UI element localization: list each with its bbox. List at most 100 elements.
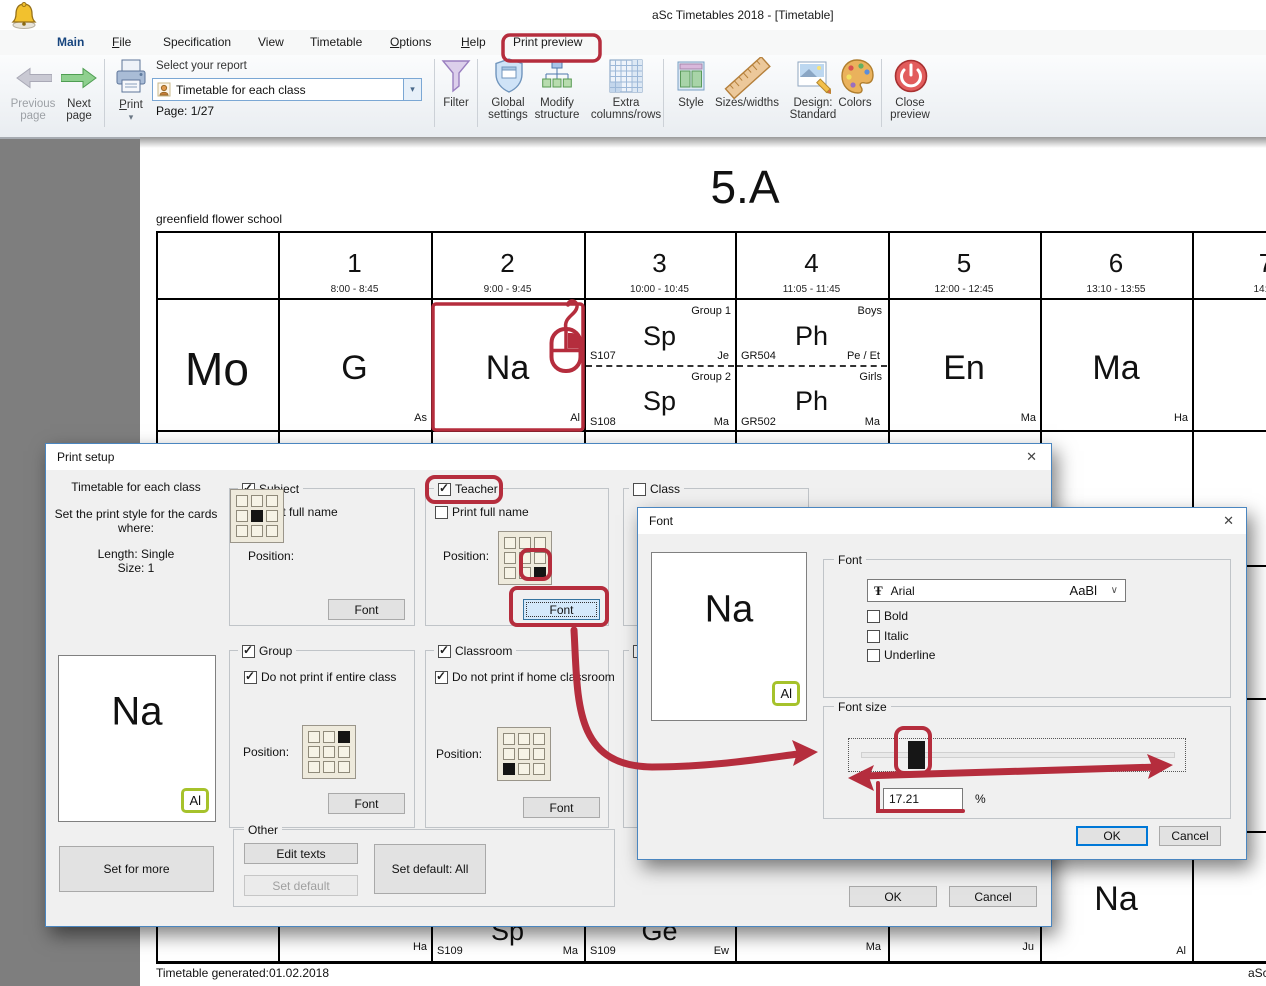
next-page-button[interactable]: Next page xyxy=(58,59,100,129)
teacher-label: Teacher xyxy=(455,482,498,496)
classroom-position-grid[interactable] xyxy=(497,727,551,781)
table-line xyxy=(156,961,1266,964)
italic-label: Italic xyxy=(884,629,909,643)
subject-font-button[interactable]: Font xyxy=(328,599,405,620)
period-number: 5 xyxy=(888,248,1040,279)
ribbon-separator xyxy=(434,59,435,127)
font-size-slider[interactable] xyxy=(848,738,1186,772)
set-default-all-button[interactable]: Set default: All xyxy=(374,844,486,894)
dialog-title: Font xyxy=(649,514,673,528)
teacher-full-name-checkbox[interactable] xyxy=(435,506,448,519)
app-bell-icon xyxy=(9,1,39,29)
menu-specification[interactable]: Specification xyxy=(163,35,231,49)
font-size-group-label: Font size xyxy=(838,700,887,714)
class-checkbox[interactable] xyxy=(633,483,646,496)
modify-structure-button[interactable]: Modify structure xyxy=(534,57,580,129)
size-label: Size: 1 xyxy=(58,561,214,575)
menu-print-preview[interactable]: Print preview xyxy=(513,35,582,49)
font-ok-button[interactable]: OK xyxy=(1076,826,1148,846)
font-cancel-button[interactable]: Cancel xyxy=(1159,826,1221,846)
period-time: 10:00 - 10:45 xyxy=(584,284,735,295)
global-settings-button[interactable]: Global settings xyxy=(486,57,532,129)
period-number: 7 xyxy=(1192,248,1266,279)
extra-columns-rows-button[interactable]: Extra columns/rows xyxy=(590,57,662,129)
font-name-value: Arial xyxy=(891,584,915,598)
period-number: 4 xyxy=(735,248,888,279)
font-size-groupbox: Font size 17.21 % xyxy=(823,706,1231,819)
design-icon xyxy=(797,60,831,94)
font-family-combobox[interactable]: Ŧ Arial AaBl ∨ xyxy=(867,579,1126,602)
bottom-row-teacher: Al xyxy=(1040,945,1186,957)
italic-checkbox[interactable] xyxy=(867,630,880,643)
underline-checkbox[interactable] xyxy=(867,649,880,662)
menu-help[interactable]: Help xyxy=(461,35,486,49)
card-preview-box: Na Al xyxy=(58,655,216,822)
menu-timetable[interactable]: Timetable xyxy=(310,35,362,49)
style-button[interactable]: Style xyxy=(672,57,710,129)
bottom-row-teacher: Ma xyxy=(735,941,881,953)
set-default-button[interactable]: Set default xyxy=(244,875,358,896)
subject-position-grid[interactable] xyxy=(230,489,284,543)
close-preview-button[interactable]: Close preview xyxy=(888,57,932,129)
classroom-font-button[interactable]: Font xyxy=(523,797,600,818)
power-icon xyxy=(893,58,929,94)
description-line1: Set the print style for the cards xyxy=(48,507,224,521)
dialog-titlebar: Print setup ✕ xyxy=(46,444,1051,470)
previous-page-button[interactable]: Previous page xyxy=(10,59,56,129)
font-group-label: Font xyxy=(838,553,862,567)
classroom-checkbox[interactable] xyxy=(438,645,451,658)
subject-groupbox: Subject Print full name Position: Font xyxy=(229,488,415,626)
slider-thumb[interactable] xyxy=(908,741,925,769)
bold-checkbox[interactable] xyxy=(867,610,880,623)
ribbon-separator xyxy=(104,59,105,127)
group-checkbox[interactable] xyxy=(242,645,255,658)
filter-button[interactable]: Filter xyxy=(438,57,474,129)
menu-main[interactable]: Main xyxy=(57,35,84,49)
shield-icon xyxy=(494,58,524,94)
menu-file[interactable]: File xyxy=(112,35,131,49)
classroom-groupbox: Classroom Do not print if home classroom… xyxy=(425,650,609,828)
classroom-label: Classroom xyxy=(455,644,512,658)
print-setup-cancel-button[interactable]: Cancel xyxy=(949,886,1037,907)
class-title: 5.A xyxy=(645,160,845,214)
colors-button[interactable]: Colors xyxy=(838,57,874,129)
length-label: Length: Single xyxy=(58,547,214,561)
group-option-checkbox[interactable] xyxy=(244,671,257,684)
table-line xyxy=(156,298,1266,300)
period-time: 11:05 - 11:45 xyxy=(735,284,888,295)
school-name: greenfield flower school xyxy=(156,212,282,226)
report-dropdown-button[interactable]: ▾ xyxy=(403,79,421,100)
teacher-position-grid[interactable] xyxy=(498,531,552,585)
title-bar: aSc Timetables 2018 - [Timetable] xyxy=(0,0,1266,30)
page-top-shadow xyxy=(140,137,1266,148)
group-position-grid[interactable] xyxy=(302,725,356,779)
menu-view[interactable]: View xyxy=(258,35,284,49)
design-button[interactable]: Design: Standard xyxy=(786,57,840,129)
font-groupbox: Font Ŧ Arial AaBl ∨ Bold Italic Underlin… xyxy=(823,559,1231,698)
teacher-font-button[interactable]: Font xyxy=(523,599,600,620)
menu-options[interactable]: Options xyxy=(390,35,431,49)
report-combobox[interactable]: Timetable for each class ▾ xyxy=(152,78,422,101)
period-time: 12:00 - 12:45 xyxy=(888,284,1040,295)
sizes-widths-button[interactable]: Sizes/widths xyxy=(712,57,782,129)
grid-icon xyxy=(609,59,643,93)
bottom-row-teacher: Ew xyxy=(584,945,729,957)
teacher-groupbox: Teacher Print full name Position: Font xyxy=(425,488,609,626)
group-font-button[interactable]: Font xyxy=(328,793,405,814)
print-dropdown-arrow: ▾ xyxy=(129,112,134,123)
close-icon[interactable]: ✕ xyxy=(1223,513,1234,529)
print-setup-ok-button[interactable]: OK xyxy=(849,886,937,907)
font-size-input[interactable]: 17.21 xyxy=(883,788,963,810)
bottom-row-teacher: Ma xyxy=(431,945,578,957)
period-number: 6 xyxy=(1040,248,1192,279)
close-icon[interactable]: ✕ xyxy=(1026,449,1037,465)
edit-texts-button[interactable]: Edit texts xyxy=(244,843,358,864)
bold-label: Bold xyxy=(884,609,908,623)
font-preview-box: Na Al xyxy=(651,552,807,721)
teacher-checkbox[interactable] xyxy=(438,483,451,496)
set-for-more-button[interactable]: Set for more xyxy=(59,846,214,892)
print-button[interactable]: Print ▾ xyxy=(108,57,154,129)
description-line2: where: xyxy=(58,521,214,535)
select-report-label: Select your report xyxy=(156,60,247,72)
classroom-option-checkbox[interactable] xyxy=(435,671,448,684)
